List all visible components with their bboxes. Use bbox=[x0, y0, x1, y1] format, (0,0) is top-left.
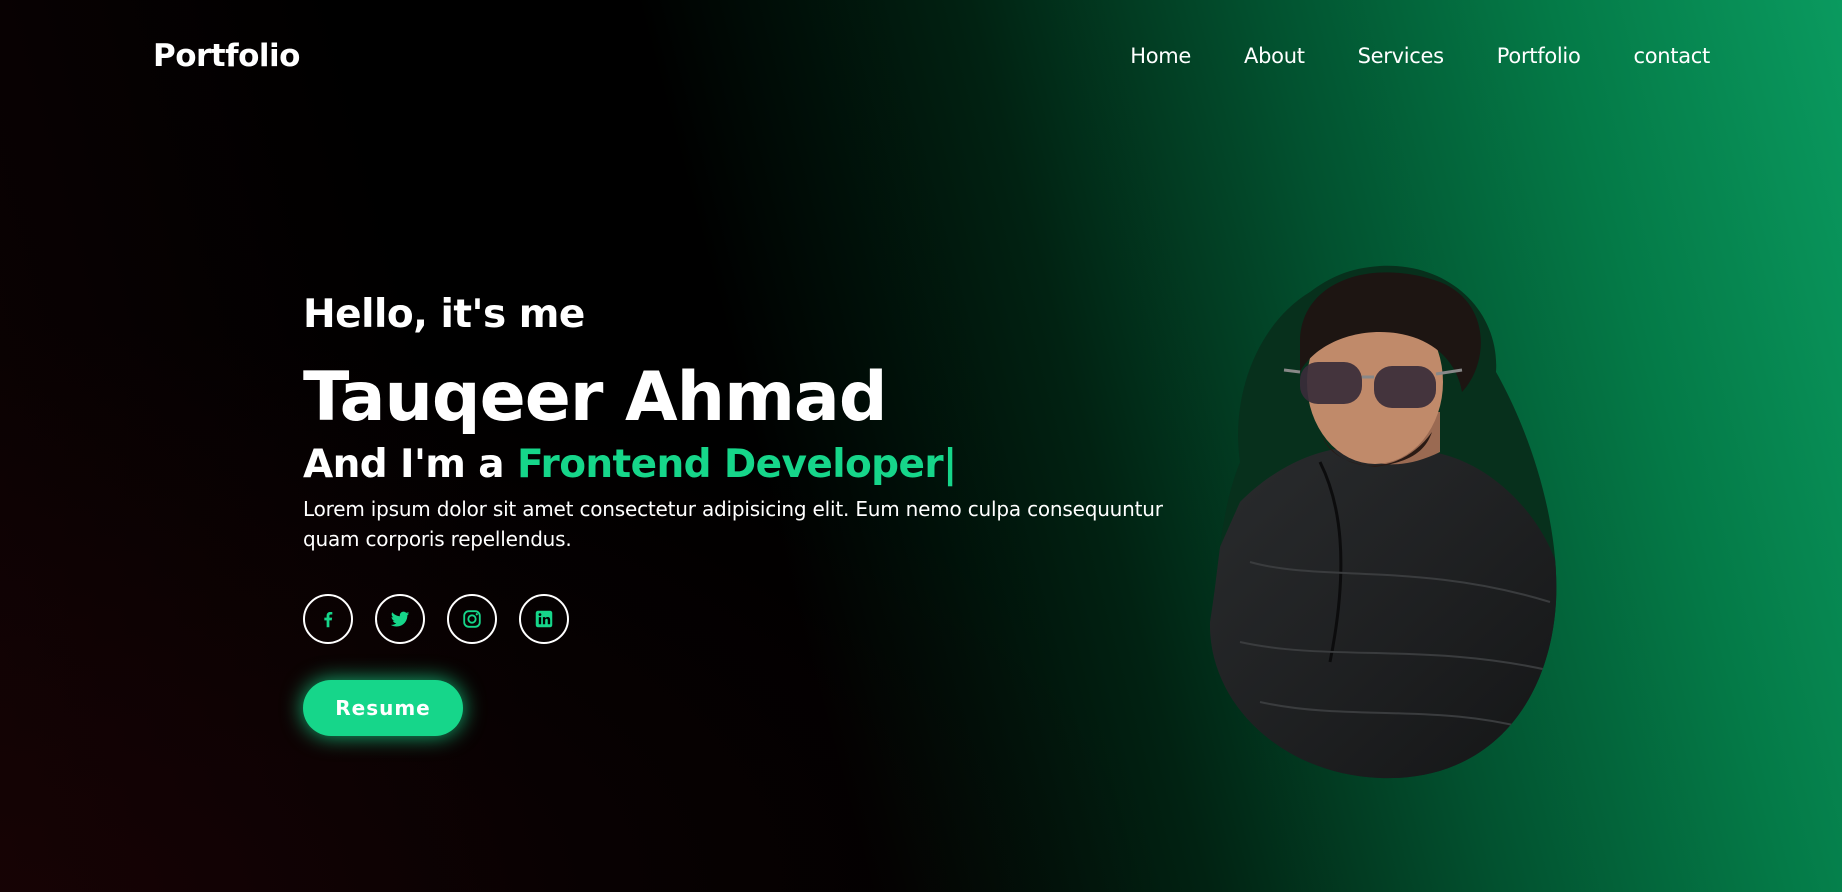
nav-portfolio[interactable]: Portfolio bbox=[1497, 44, 1581, 68]
hero-role: And I'm a Frontend Developer| bbox=[303, 440, 1203, 490]
facebook-link[interactable] bbox=[303, 594, 353, 644]
nav-contact[interactable]: contact bbox=[1634, 44, 1711, 68]
linkedin-link[interactable] bbox=[519, 594, 569, 644]
role-highlight: Frontend Developer| bbox=[517, 442, 957, 487]
linkedin-icon bbox=[535, 610, 553, 628]
twitter-icon bbox=[390, 611, 410, 627]
instagram-link[interactable] bbox=[447, 594, 497, 644]
facebook-icon bbox=[324, 611, 333, 628]
resume-button[interactable]: Resume bbox=[303, 680, 463, 736]
instagram-icon bbox=[463, 610, 481, 628]
hero-name: Tauqeer Ahmad bbox=[303, 358, 888, 437]
social-links bbox=[303, 594, 1203, 644]
logo[interactable]: Portfolio bbox=[153, 38, 300, 74]
nav-home[interactable]: Home bbox=[1130, 44, 1191, 68]
profile-photo bbox=[1209, 265, 1557, 779]
hero-greeting: Hello, it's me bbox=[303, 292, 585, 337]
hero-bio: Lorem ipsum dolor sit amet consectetur a… bbox=[303, 497, 1163, 551]
nav-services[interactable]: Services bbox=[1358, 44, 1444, 68]
role-prefix: And I'm a bbox=[303, 442, 505, 487]
hero-section: Hello, it's me Tauqeer Ahmad And I'm a F… bbox=[303, 288, 1203, 736]
nav-about[interactable]: About bbox=[1244, 44, 1305, 68]
site-header: Portfolio Home About Services Portfolio … bbox=[0, 0, 1842, 120]
twitter-link[interactable] bbox=[375, 594, 425, 644]
main-nav: Home About Services Portfolio contact bbox=[1130, 44, 1710, 68]
